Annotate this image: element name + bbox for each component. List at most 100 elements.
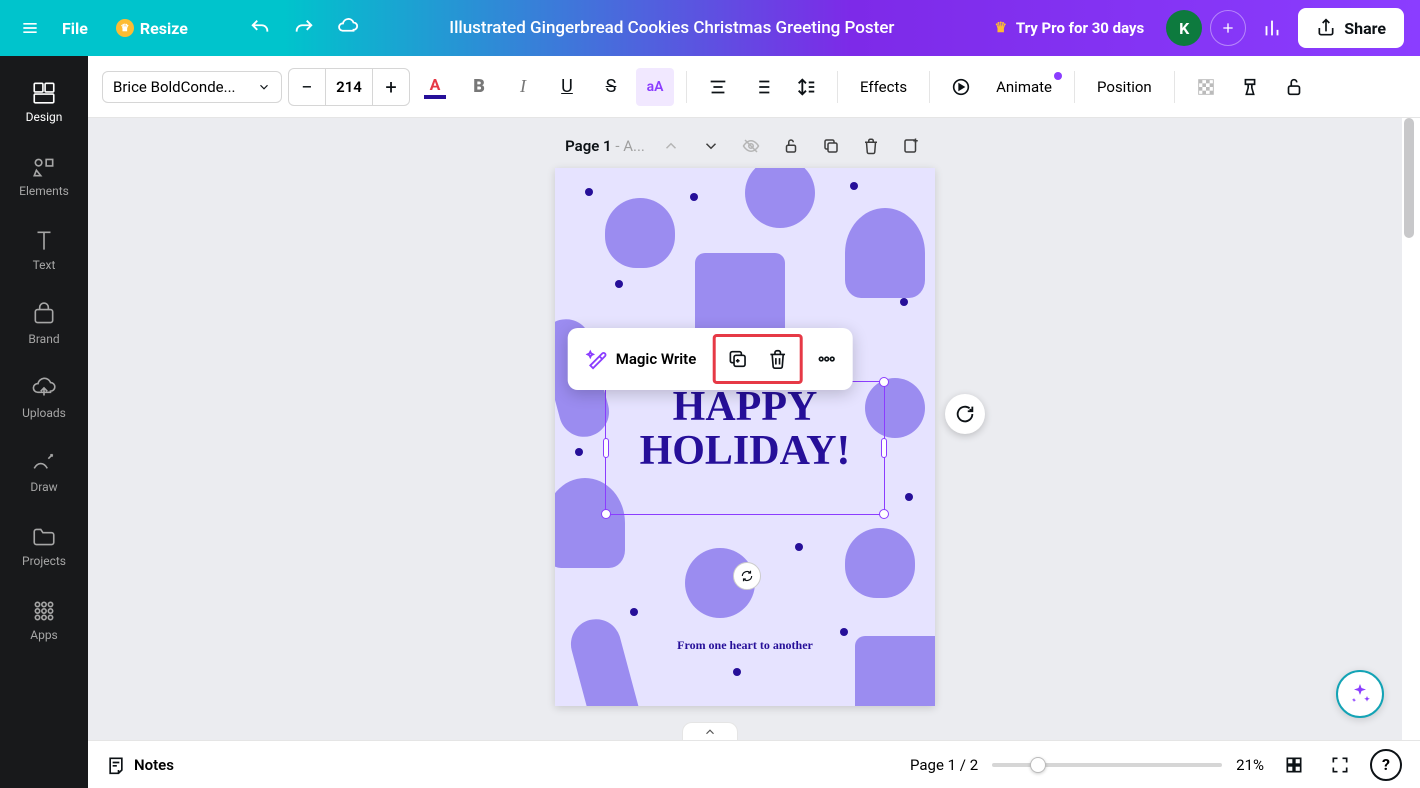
bold-button[interactable]: B bbox=[460, 68, 498, 106]
page-header: Page 1 - A... bbox=[88, 118, 1402, 168]
redo-button[interactable] bbox=[286, 10, 322, 46]
add-page-button[interactable] bbox=[897, 132, 925, 160]
position-button[interactable]: Position bbox=[1087, 70, 1162, 104]
increase-size-button[interactable]: + bbox=[373, 69, 409, 105]
transparency-button[interactable] bbox=[1187, 68, 1225, 106]
sync-icon[interactable] bbox=[733, 562, 761, 590]
effects-button[interactable]: Effects bbox=[850, 70, 917, 104]
crown-icon: ♛ bbox=[992, 19, 1010, 37]
hide-page-button[interactable] bbox=[737, 132, 765, 160]
sidebar-item-draw[interactable]: Draw bbox=[0, 436, 88, 508]
highlighted-actions bbox=[712, 334, 802, 384]
grid-view-button[interactable] bbox=[1278, 749, 1310, 781]
zoom-slider[interactable] bbox=[992, 763, 1222, 767]
text-toolbar: Brice BoldConde... − + A B I U S aA Effe… bbox=[88, 56, 1420, 118]
delete-button[interactable] bbox=[757, 339, 797, 379]
ai-assistant-button[interactable] bbox=[1336, 670, 1384, 718]
list-button[interactable] bbox=[743, 68, 781, 106]
sidebar-item-label: Brand bbox=[28, 332, 59, 346]
sidebar-item-label: Draw bbox=[30, 480, 57, 494]
duplicate-button[interactable] bbox=[717, 339, 757, 379]
sidebar-item-label: Text bbox=[33, 258, 56, 272]
magic-write-label: Magic Write bbox=[616, 350, 697, 368]
cookie-bell[interactable] bbox=[605, 198, 675, 268]
strikethrough-button[interactable]: S bbox=[592, 68, 630, 106]
top-bar: File ♛ Resize Illustrated Gingerbread Co… bbox=[0, 0, 1420, 56]
add-member-button[interactable] bbox=[1210, 10, 1246, 46]
resize-label: Resize bbox=[140, 19, 188, 38]
resize-button[interactable]: ♛ Resize bbox=[106, 13, 198, 44]
page-up-button[interactable] bbox=[657, 132, 685, 160]
insights-icon[interactable] bbox=[1254, 10, 1290, 46]
cookie-tree[interactable] bbox=[845, 208, 925, 298]
resize-handle[interactable] bbox=[881, 438, 887, 458]
context-toolbar: Magic Write bbox=[568, 328, 853, 390]
delete-page-button[interactable] bbox=[857, 132, 885, 160]
text-case-button[interactable]: aA bbox=[636, 68, 674, 106]
page-drawer-handle[interactable] bbox=[682, 722, 738, 740]
animate-button[interactable]: Animate bbox=[986, 70, 1062, 104]
share-button[interactable]: Share bbox=[1298, 8, 1404, 48]
italic-button[interactable]: I bbox=[504, 68, 542, 106]
regenerate-button[interactable] bbox=[945, 394, 985, 434]
more-options-button[interactable] bbox=[806, 339, 846, 379]
resize-handle[interactable] bbox=[601, 509, 611, 519]
font-name: Brice BoldConde... bbox=[113, 78, 249, 96]
avatar[interactable]: K bbox=[1166, 10, 1202, 46]
spacing-button[interactable] bbox=[787, 68, 825, 106]
magic-write-button[interactable]: Magic Write bbox=[574, 340, 709, 378]
decrease-size-button[interactable]: − bbox=[289, 69, 325, 105]
page-down-button[interactable] bbox=[697, 132, 725, 160]
canvas-area[interactable]: Page 1 - A... bbox=[88, 118, 1402, 740]
font-size-group: − + bbox=[288, 68, 410, 106]
poster-canvas[interactable]: WISHING YOU A VERY HAPPY HOLIDAY! From o… bbox=[555, 168, 935, 706]
lock-page-button[interactable] bbox=[777, 132, 805, 160]
animate-icon[interactable] bbox=[942, 68, 980, 106]
page-subtitle: - A... bbox=[612, 137, 645, 155]
cookie-bell[interactable] bbox=[845, 528, 915, 598]
cookie-cane[interactable] bbox=[565, 614, 644, 706]
try-pro-button[interactable]: ♛ Try Pro for 30 days bbox=[978, 11, 1158, 45]
notification-dot bbox=[1054, 72, 1062, 80]
zoom-thumb[interactable] bbox=[1030, 757, 1046, 773]
fullscreen-button[interactable] bbox=[1324, 749, 1356, 781]
underline-button[interactable]: U bbox=[548, 68, 586, 106]
resize-handle[interactable] bbox=[603, 438, 609, 458]
share-label: Share bbox=[1344, 19, 1386, 38]
sidebar-item-uploads[interactable]: Uploads bbox=[0, 362, 88, 434]
copy-style-button[interactable] bbox=[1231, 68, 1269, 106]
notes-button[interactable]: Notes bbox=[106, 755, 174, 775]
page-label: Page 1 bbox=[565, 137, 612, 155]
poster-from-text[interactable]: From one heart to another bbox=[555, 638, 935, 653]
sidebar-item-elements[interactable]: Elements bbox=[0, 140, 88, 212]
resize-handle[interactable] bbox=[879, 377, 889, 387]
lock-button[interactable] bbox=[1275, 68, 1313, 106]
align-button[interactable] bbox=[699, 68, 737, 106]
selection-box[interactable] bbox=[605, 381, 885, 515]
help-button[interactable]: ? bbox=[1370, 749, 1402, 781]
scrollbar[interactable] bbox=[1404, 118, 1414, 238]
cookie-star[interactable] bbox=[745, 168, 815, 228]
sidebar-item-label: Uploads bbox=[22, 406, 66, 420]
chevron-down-icon bbox=[257, 80, 271, 94]
sidebar-item-text[interactable]: Text bbox=[0, 214, 88, 286]
notes-label: Notes bbox=[134, 756, 174, 774]
zoom-percentage: 21% bbox=[1236, 756, 1264, 774]
font-size-input[interactable] bbox=[325, 69, 373, 105]
file-button[interactable]: File bbox=[52, 13, 98, 44]
menu-icon[interactable] bbox=[16, 14, 44, 42]
page-indicator: Page 1 / 2 bbox=[910, 756, 978, 774]
resize-handle[interactable] bbox=[879, 509, 889, 519]
cloud-sync-icon[interactable] bbox=[330, 10, 366, 46]
sidebar-item-apps[interactable]: Apps bbox=[0, 584, 88, 656]
sidebar-item-label: Projects bbox=[22, 554, 66, 568]
sidebar-item-projects[interactable]: Projects bbox=[0, 510, 88, 582]
sidebar-item-label: Design bbox=[26, 110, 63, 124]
document-title[interactable]: Illustrated Gingerbread Cookies Christma… bbox=[374, 18, 970, 38]
sidebar-item-design[interactable]: Design bbox=[0, 66, 88, 138]
undo-button[interactable] bbox=[242, 10, 278, 46]
duplicate-page-button[interactable] bbox=[817, 132, 845, 160]
font-select[interactable]: Brice BoldConde... bbox=[102, 71, 282, 103]
text-color-button[interactable]: A bbox=[416, 68, 454, 106]
sidebar-item-brand[interactable]: Brand bbox=[0, 288, 88, 360]
